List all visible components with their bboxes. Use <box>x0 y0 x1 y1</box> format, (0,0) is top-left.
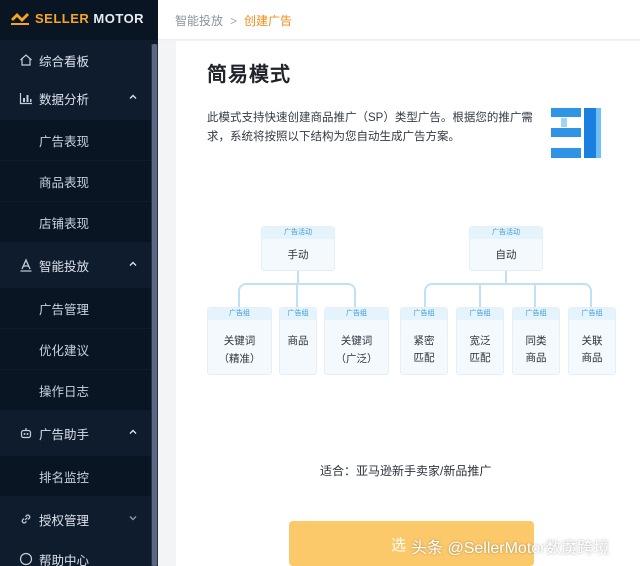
ad-group-tag: 广告组 <box>208 308 271 320</box>
ad-group-node: 广告组 关键词 （精准） <box>207 307 272 375</box>
campaign-label: 自动 <box>495 249 517 261</box>
ad-group-label: 商品 <box>287 335 309 347</box>
ad-group-label: 匹配 <box>413 352 435 364</box>
diagram-connector <box>424 283 592 307</box>
sidebar-item-operation-log[interactable]: 操作日志 <box>0 370 151 410</box>
sidebar-item-ad-management[interactable]: 广告管理 <box>0 288 151 328</box>
sidebar-item-label: 操作日志 <box>39 384 90 399</box>
diagram-connector <box>534 283 536 307</box>
sidebar-item-label: 优化建议 <box>39 343 90 358</box>
ad-group-node: 广告组 同类 商品 <box>512 307 560 375</box>
select-mode-button-label: 选 <box>391 537 407 554</box>
sidebar-item-help-center[interactable]: 帮助中心 <box>0 541 151 566</box>
logo-icon <box>11 13 29 25</box>
ad-group-tag: 广告组 <box>325 308 388 320</box>
chevron-up-icon <box>129 429 137 434</box>
diagram-connector <box>505 271 507 283</box>
help-icon <box>19 552 33 566</box>
chevron-up-icon <box>129 94 137 99</box>
ad-group-node: 广告组 关联 商品 <box>568 307 616 375</box>
ad-group-label: 商品 <box>525 352 547 364</box>
ad-group-label: （广泛） <box>335 353 378 365</box>
breadcrumb: 智能投放 > 创建广告 <box>175 12 292 29</box>
ad-group-node: 广告组 宽泛 匹配 <box>456 307 504 375</box>
sidebar-item-product-performance[interactable]: 商品表现 <box>0 161 151 201</box>
ad-group-label: （精准） <box>218 353 261 365</box>
breadcrumb-current: 创建广告 <box>244 14 293 28</box>
ad-group-node: 广告组 商品 <box>279 307 317 375</box>
campaign-node-auto: 广告活动 自动 <box>469 226 543 271</box>
sidebar-item-label: 商品表现 <box>39 175 90 190</box>
ad-group-label: 关键词 <box>340 335 373 347</box>
ad-group-tag: 广告组 <box>401 308 447 320</box>
sidebar-item-data-analysis[interactable]: 数据分析 <box>0 78 151 118</box>
diagram-connector <box>297 271 299 283</box>
diagram-connector <box>296 283 298 307</box>
sidebar-scrollbar-thumb[interactable] <box>152 44 157 566</box>
sidebar-item-label: 综合看板 <box>39 54 90 69</box>
ad-group-label: 商品 <box>581 352 603 364</box>
bar-chart-icon <box>19 93 32 105</box>
fit-description: 适合：亚马逊新手卖家/新品推广 <box>320 464 492 478</box>
ad-group-label: 关联 <box>581 335 603 347</box>
robot-icon <box>20 428 32 439</box>
ad-group-label: 紧密 <box>413 335 435 347</box>
campaign-node-manual: 广告活动 手动 <box>261 226 335 271</box>
sidebar-item-label: 广告管理 <box>39 302 90 317</box>
sidebar-item-label: 广告表现 <box>39 134 90 149</box>
top-header: 智能投放 > 创建广告 <box>158 0 640 40</box>
ad-group-label: 同类 <box>525 335 547 347</box>
ad-group-node: 广告组 紧密 匹配 <box>400 307 448 375</box>
campaign-label: 手动 <box>287 249 309 261</box>
sidebar-item-label: 数据分析 <box>39 92 90 107</box>
diagram-connector <box>479 283 481 307</box>
link-icon <box>21 514 31 524</box>
structure-illustration-icon <box>551 108 601 158</box>
breadcrumb-parent[interactable]: 智能投放 <box>175 14 223 28</box>
letter-a-icon <box>20 258 32 272</box>
ad-group-label: 匹配 <box>469 352 491 364</box>
sidebar-item-authorization[interactable]: 授权管理 <box>0 499 151 539</box>
sidebar-item-label: 排名监控 <box>39 470 90 485</box>
watermark: 头条 @SellerMotor数魔跨境 <box>411 540 610 557</box>
sidebar-item-store-performance[interactable]: 店铺表现 <box>0 202 151 242</box>
sidebar-item-ad-assistant[interactable]: 广告助手 <box>0 413 151 453</box>
sidebar-item-smart-ads[interactable]: 智能投放 <box>0 245 151 285</box>
sidebar-item-ad-performance[interactable]: 广告表现 <box>0 120 151 160</box>
home-icon <box>20 54 32 66</box>
ad-group-label: 关键词 <box>223 335 256 347</box>
chevron-down-icon <box>129 516 137 521</box>
ad-group-node: 广告组 关键词 （广泛） <box>324 307 389 375</box>
ad-group-tag: 广告组 <box>513 308 559 320</box>
logo-text: SELLER MOTOR <box>35 11 145 26</box>
ad-group-tag: 广告组 <box>280 308 316 320</box>
ad-group-tag: 广告组 <box>569 308 615 320</box>
chevron-up-icon <box>129 261 137 266</box>
logo[interactable]: SELLER MOTOR <box>0 0 158 40</box>
sidebar-item-label: 广告助手 <box>39 427 90 442</box>
sidebar-item-rank-monitor[interactable]: 排名监控 <box>0 456 151 496</box>
sidebar-item-label: 帮助中心 <box>39 554 90 566</box>
campaign-tag: 广告活动 <box>262 227 334 239</box>
campaign-tag: 广告活动 <box>470 227 542 239</box>
breadcrumb-separator: > <box>230 14 238 28</box>
ad-group-label: 宽泛 <box>469 335 491 347</box>
sidebar-item-optimization-tips[interactable]: 优化建议 <box>0 329 151 369</box>
sidebar-item-label: 智能投放 <box>39 259 90 274</box>
sidebar-item-label: 授权管理 <box>39 513 90 528</box>
ad-group-tag: 广告组 <box>457 308 503 320</box>
sidebar-item-label: 店铺表现 <box>39 216 90 231</box>
sidebar-item-dashboard[interactable]: 综合看板 <box>0 40 151 80</box>
page-title: 简易模式 <box>207 64 291 86</box>
mode-description: 此模式支持快速创建商品推广（SP）类型广告。根据您的推广需求，系统将按照以下结构… <box>207 112 533 143</box>
